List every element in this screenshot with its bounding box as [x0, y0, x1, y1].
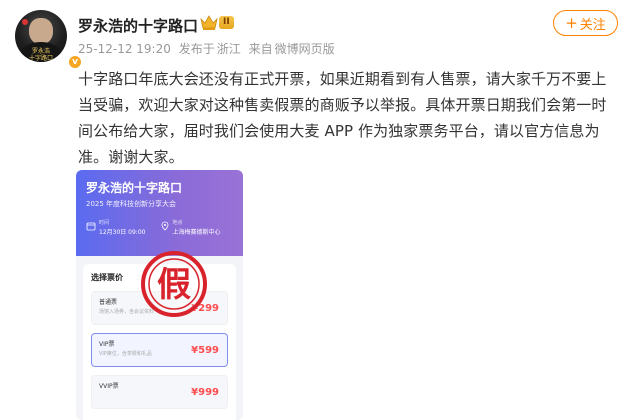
ticket-price: ¥999: [191, 387, 219, 398]
location-pin-icon: [161, 221, 168, 231]
venue-value: 上海梅赛德斯中心: [172, 229, 221, 236]
author-name[interactable]: 罗永浩的十字路口: [78, 15, 198, 36]
member-badge[interactable]: II: [200, 14, 234, 31]
event-subtitle: 2025 年度科技创新分享大会: [86, 200, 177, 208]
member-level: II: [219, 16, 234, 29]
time-value: 12月30日 09:00: [99, 229, 146, 236]
event-header: 罗永浩的十字路口 2025 年度科技创新分享大会 时间 12月30日 09:00: [76, 170, 243, 256]
post-text: 十字路口年底大会还没有正式开票，如果近期看到有人售票，请大家千万不要上当受骗，欢…: [78, 70, 607, 166]
follow-label: 关注: [579, 17, 606, 33]
fake-stamp-icon: 假: [141, 251, 207, 317]
logo-dot: [22, 19, 28, 25]
calendar-icon: [86, 222, 96, 231]
post-meta: 25-12-12 19:20 发布于 浙江 来自 微博网页版: [78, 40, 339, 57]
avatar: 罗永浩 十字路口: [15, 10, 67, 62]
time-label: 时间: [99, 220, 110, 226]
event-title: 罗永浩的十字路口: [86, 181, 183, 195]
post-time[interactable]: 25-12-12 19:20: [78, 42, 171, 56]
post-image[interactable]: 罗永浩的十字路口 2025 年度科技创新分享大会 时间 12月30日 09:00: [76, 170, 243, 420]
crown-icon: [200, 15, 218, 30]
ticket-price: ¥599: [191, 345, 219, 356]
avatar-tag: 罗永浩 十字路口: [28, 48, 53, 62]
source-prefix: 来自: [248, 42, 273, 56]
plus-icon: +: [565, 13, 578, 32]
author-avatar[interactable]: 罗永浩 十字路口 v: [15, 10, 83, 70]
post-source: 微博网页版: [274, 42, 335, 56]
ticket-option-selected: VIP票 VIP席位，含茶歇和礼品 ¥599: [91, 333, 228, 367]
post-location: 浙江: [216, 42, 241, 56]
stamp-text: 假: [157, 265, 191, 305]
venue-label: 地点: [172, 220, 183, 226]
ticket-option: VVIP票 ¥999: [91, 375, 228, 409]
follow-button[interactable]: + 关注: [553, 10, 618, 36]
avatar-face: [29, 18, 53, 44]
location-prefix: 发布于: [178, 42, 215, 56]
